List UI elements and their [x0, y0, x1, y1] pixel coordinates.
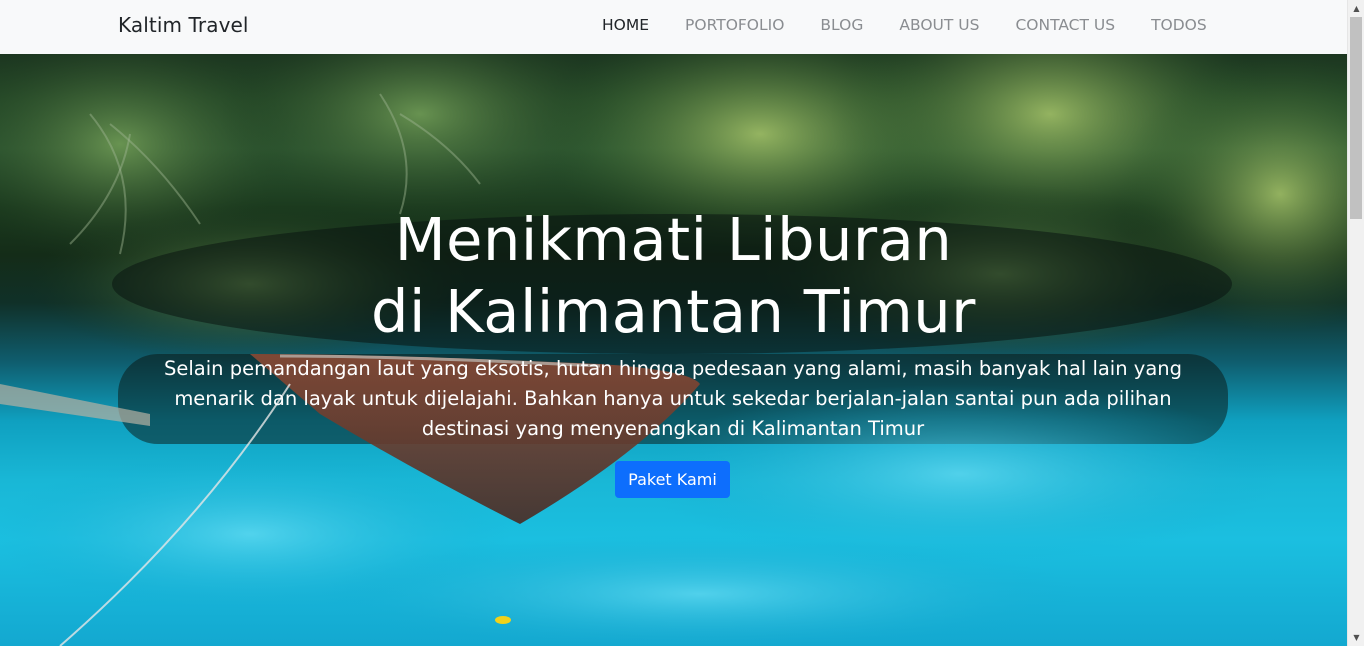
scrollbar-thumb[interactable] — [1350, 17, 1362, 219]
hero-title: Menikmati Liburan di Kalimantan Timur — [0, 204, 1347, 348]
navbar: Kaltim Travel HOME PORTOFOLIO BLOG ABOUT… — [0, 0, 1347, 54]
nav-links: HOME PORTOFOLIO BLOG ABOUT US CONTACT US… — [584, 16, 1217, 34]
hero-description: Selain pemandangan laut yang eksotis, hu… — [163, 357, 1183, 440]
scroll-down-arrow-icon[interactable]: ▼ — [1348, 629, 1364, 646]
nav-link-home[interactable]: HOME — [584, 16, 667, 34]
scroll-up-arrow-icon[interactable]: ▲ — [1348, 0, 1364, 17]
nav-link-blog[interactable]: BLOG — [802, 16, 881, 34]
nav-link-todos[interactable]: TODOS — [1133, 16, 1225, 34]
paket-kami-button[interactable]: Paket Kami — [615, 461, 730, 498]
hero-section: Menikmati Liburan di Kalimantan Timur Se… — [0, 54, 1347, 646]
hero-title-line-1: Menikmati Liburan — [394, 205, 953, 274]
vertical-scrollbar[interactable]: ▲ ▼ — [1347, 0, 1364, 646]
nav-link-portofolio[interactable]: PORTOFOLIO — [667, 16, 802, 34]
brand-logo[interactable]: Kaltim Travel — [118, 13, 249, 37]
hero-title-line-2: di Kalimantan Timur — [371, 277, 976, 346]
hero-background-image — [0, 54, 1347, 646]
nav-link-about-us[interactable]: ABOUT US — [881, 16, 997, 34]
nav-link-contact-us[interactable]: CONTACT US — [997, 16, 1133, 34]
